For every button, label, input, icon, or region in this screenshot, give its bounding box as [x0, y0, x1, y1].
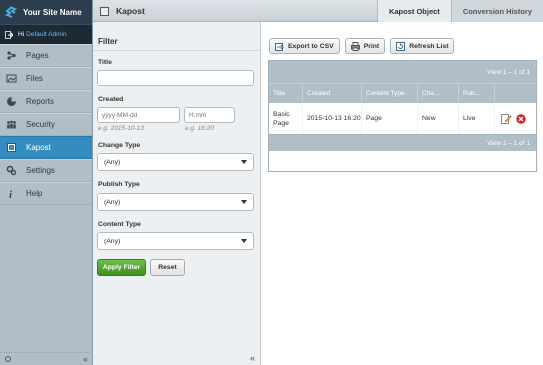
- chevron-down-icon: [241, 160, 247, 164]
- column-header-title[interactable]: Title: [269, 84, 303, 103]
- select-value: (Any): [104, 158, 121, 166]
- menu-item-security[interactable]: Security: [0, 113, 92, 136]
- menu-item-label: Settings: [26, 166, 55, 175]
- chevron-down-icon: [241, 239, 247, 243]
- menu-item-kapost[interactable]: Kapost: [0, 136, 92, 159]
- tab-bar: Kapost Object Conversion History: [376, 0, 543, 22]
- menu-item-label: Files: [26, 74, 43, 83]
- files-icon: [6, 73, 17, 84]
- title-label: Title: [98, 59, 112, 66]
- menu-item-label: Reports: [26, 97, 55, 106]
- menu-collapse-button[interactable]: «: [83, 354, 88, 364]
- security-icon: [6, 119, 17, 130]
- user-profile-link[interactable]: Default Admin: [26, 31, 66, 38]
- publish-type-label: Publish Type: [98, 181, 140, 188]
- site-brand[interactable]: Your Site Name: [0, 0, 92, 24]
- menu-item-label: Security: [26, 120, 55, 129]
- kapost-grid: View 1 – 1 of 1 Title Created Content Ty…: [268, 60, 537, 172]
- cell-content-type: Page: [362, 103, 418, 134]
- title-input[interactable]: [97, 70, 254, 86]
- cell-change-type: New: [418, 103, 459, 134]
- filter-heading: Filter: [98, 37, 118, 46]
- menu-item-label: Help: [26, 189, 43, 198]
- greeting-text: Hi: [18, 31, 25, 38]
- delete-icon[interactable]: [516, 113, 526, 124]
- chevron-down-icon: [241, 200, 247, 204]
- menu-item-pages[interactable]: Pages: [0, 44, 92, 67]
- cell-created: 2015-10-13 16:20: [303, 103, 362, 134]
- cell-actions: [495, 103, 536, 134]
- column-header-created[interactable]: Created: [303, 84, 362, 103]
- pages-icon: [6, 50, 17, 61]
- grid-toolbar: Export to CSV Print Refresh List: [269, 38, 455, 54]
- page-title: Kapost: [116, 6, 145, 16]
- menu-item-label: Kapost: [26, 143, 51, 152]
- grid-header-row: Title Created Content Type Cha… Pub…: [269, 83, 536, 103]
- menu-footer: «: [0, 352, 93, 365]
- table-row[interactable]: Basic Page 2015-10-13 16:20 Page New Liv…: [269, 103, 536, 134]
- print-icon: [350, 41, 360, 51]
- cms-menu: Your Site Name Hi Default Admin Pages Fi…: [0, 0, 93, 365]
- export-csv-button[interactable]: Export to CSV: [269, 38, 340, 54]
- refresh-icon: [396, 41, 406, 51]
- content-area: Export to CSV Print Refresh List View 1 …: [262, 22, 543, 365]
- refresh-label: Refresh List: [409, 42, 449, 50]
- reset-button[interactable]: Reset: [150, 259, 185, 276]
- page-header: Kapost Kapost Object Conversion History: [93, 0, 543, 22]
- column-header-content-type[interactable]: Content Type: [362, 84, 418, 103]
- filter-collapse-button[interactable]: «: [250, 353, 255, 363]
- export-icon: [275, 42, 284, 51]
- kapost-icon: [6, 142, 17, 153]
- print-button[interactable]: Print: [344, 38, 386, 54]
- menu-item-help[interactable]: i Help: [0, 182, 92, 205]
- refresh-list-button[interactable]: Refresh List: [390, 38, 455, 54]
- created-label: Created: [98, 96, 124, 103]
- filter-panel: Filter Title Created e.g. 2015-10-13 e.g…: [93, 22, 261, 365]
- created-date-input[interactable]: [97, 107, 180, 123]
- menu-item-settings[interactable]: Settings: [0, 159, 92, 182]
- grid-pager-top: View 1 – 1 of 1: [269, 61, 536, 83]
- cell-publish-type: Live: [459, 103, 495, 134]
- status-circle-icon: [5, 356, 11, 362]
- column-header-actions: [495, 84, 536, 103]
- content-type-label: Content Type: [98, 221, 141, 228]
- help-icon: i: [6, 188, 17, 199]
- content-type-select[interactable]: (Any): [97, 232, 254, 250]
- breadcrumb: Kapost: [100, 0, 145, 22]
- time-format-hint: e.g. 16:20: [185, 125, 214, 132]
- select-value: (Any): [104, 237, 121, 245]
- tab-conversion-history[interactable]: Conversion History: [450, 0, 543, 22]
- logout-icon[interactable]: [5, 30, 13, 39]
- column-header-publish-type[interactable]: Pub…: [459, 84, 495, 103]
- user-bar: Hi Default Admin: [0, 24, 92, 44]
- apply-filter-button[interactable]: Apply Filter: [97, 259, 146, 276]
- edit-icon[interactable]: [501, 113, 512, 124]
- menu-item-files[interactable]: Files: [0, 67, 92, 90]
- publish-type-select[interactable]: (Any): [97, 193, 254, 211]
- column-header-change-type[interactable]: Cha…: [418, 84, 459, 103]
- grid-pager-bottom: View 1 – 1 of 1: [269, 134, 536, 151]
- print-label: Print: [363, 42, 380, 50]
- menu-item-label: Pages: [26, 51, 49, 60]
- page-icon: [100, 6, 109, 16]
- tab-kapost-object[interactable]: Kapost Object: [376, 0, 451, 22]
- site-name: Your Site Name: [23, 7, 82, 17]
- change-type-label: Change Type: [98, 142, 141, 149]
- change-type-select[interactable]: (Any): [97, 153, 254, 171]
- cell-title: Basic Page: [269, 103, 303, 134]
- select-value: (Any): [104, 198, 121, 206]
- menu-item-reports[interactable]: Reports: [0, 90, 92, 113]
- divider: [93, 50, 260, 51]
- svg-text:i: i: [9, 189, 13, 199]
- date-format-hint: e.g. 2015-10-13: [98, 125, 144, 132]
- created-time-input[interactable]: [184, 107, 235, 123]
- reports-icon: [6, 96, 17, 107]
- export-label: Export to CSV: [288, 42, 334, 50]
- settings-icon: [6, 165, 17, 176]
- silverstripe-logo-icon: [5, 6, 17, 18]
